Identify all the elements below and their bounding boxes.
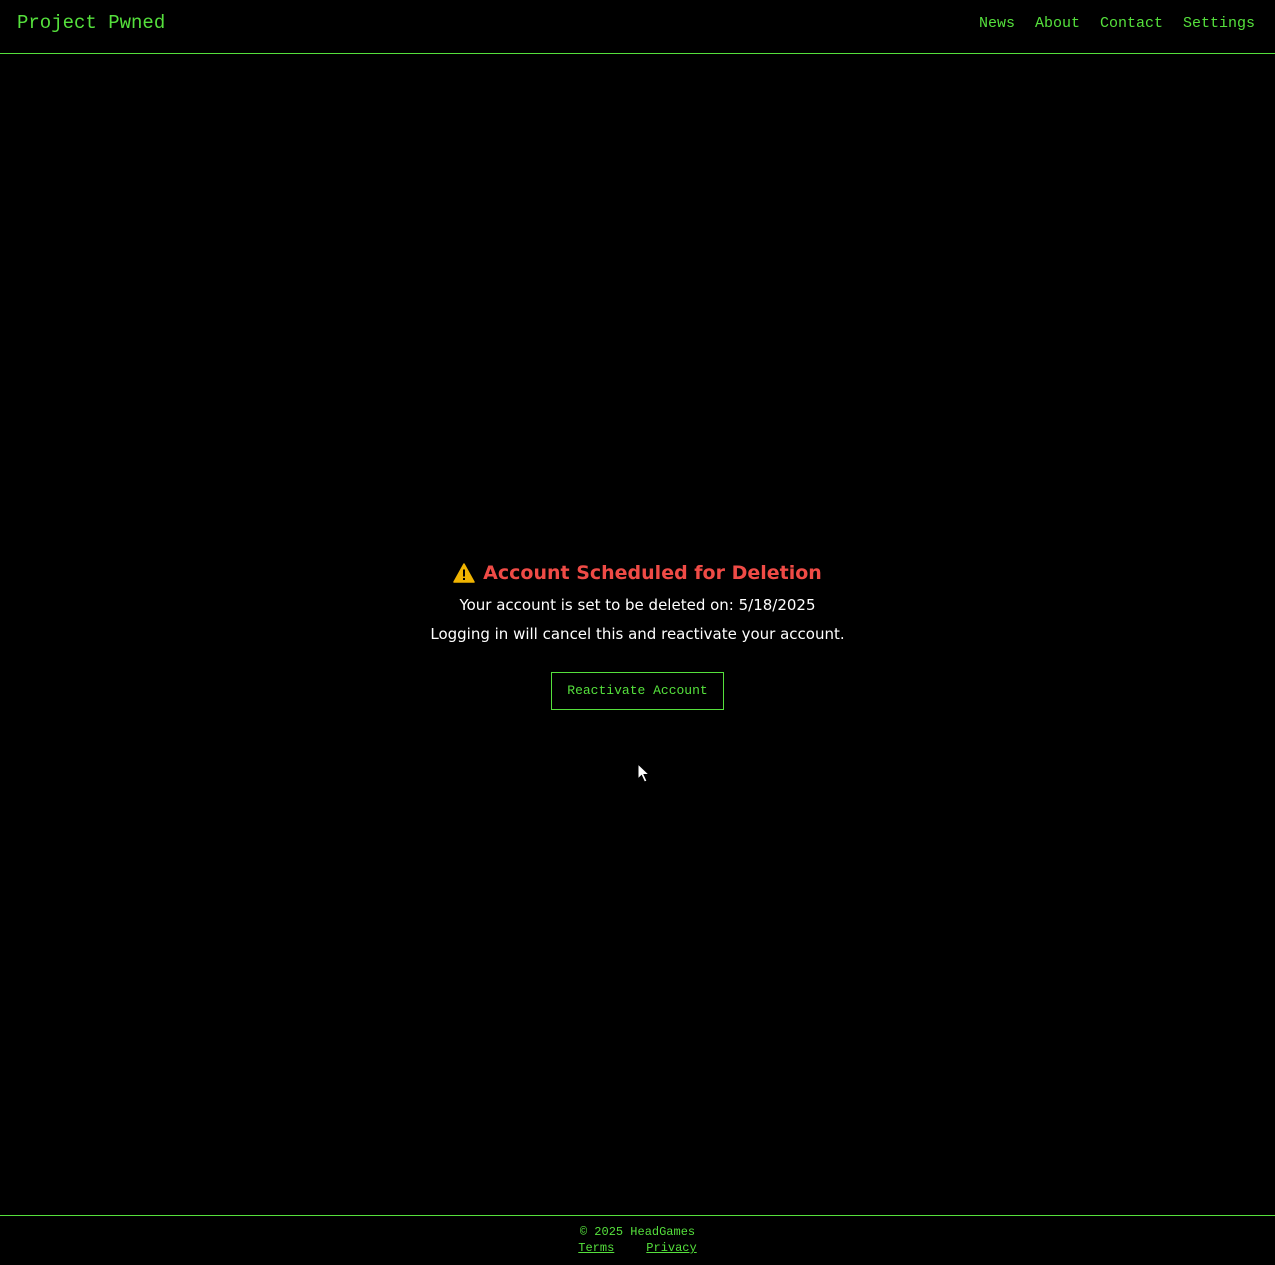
reactivate-account-button[interactable]: Reactivate Account xyxy=(551,672,724,710)
copyright-text: © 2025 HeadGames xyxy=(579,1225,696,1239)
deletion-date-text: Your account is set to be deleted on: 5/… xyxy=(459,596,816,614)
deletion-notice: Account Scheduled for Deletion Your acco… xyxy=(0,560,1275,710)
top-navbar: Project Pwned News About Contact Setting… xyxy=(0,0,1275,54)
notice-title-row: Account Scheduled for Deletion xyxy=(453,560,822,586)
footer-link-terms[interactable]: Terms xyxy=(578,1240,614,1257)
reactivation-info-text: Logging in will cancel this and reactiva… xyxy=(430,625,845,643)
nav-link-about[interactable]: About xyxy=(1035,15,1080,32)
nav-link-contact[interactable]: Contact xyxy=(1100,15,1163,32)
footer-links: Terms Privacy xyxy=(0,1240,1275,1257)
nav-link-news[interactable]: News xyxy=(979,15,1015,32)
notice-title: Account Scheduled for Deletion xyxy=(483,562,822,584)
main-nav: News About Contact Settings xyxy=(979,15,1255,32)
warning-icon xyxy=(453,563,475,583)
footer-link-privacy[interactable]: Privacy xyxy=(646,1240,696,1257)
site-brand[interactable]: Project Pwned xyxy=(17,12,165,34)
mouse-cursor-icon xyxy=(637,763,651,783)
site-footer: © 2025 HeadGames Terms Privacy xyxy=(0,1215,1275,1265)
nav-link-settings[interactable]: Settings xyxy=(1183,15,1255,32)
